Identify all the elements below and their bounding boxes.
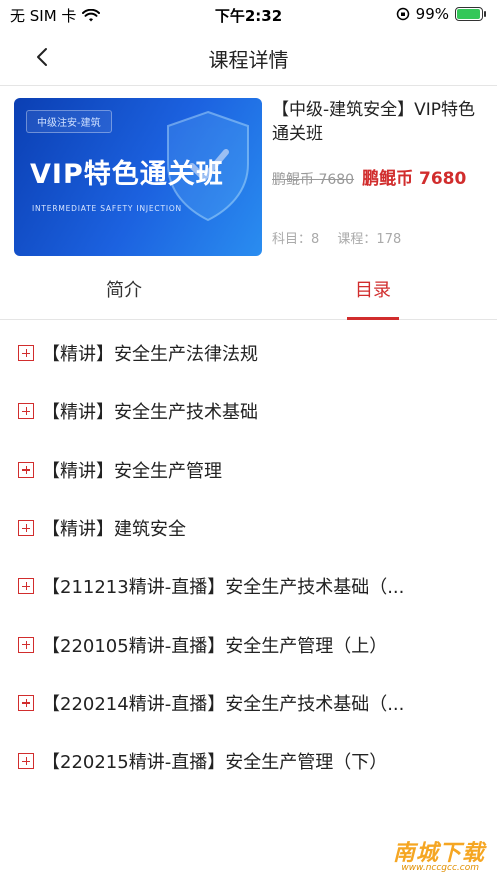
expand-plus-icon[interactable] (18, 578, 34, 595)
catalog-item-label: 【220215精讲-直播】安全生产管理（下） (42, 752, 388, 774)
course-cover-image: 中级注安-建筑 VIP特色通关班 INTERMEDIATE SAFETY INJ… (14, 98, 262, 256)
tab-bar: 简介 目录 (0, 268, 497, 320)
tab-active-indicator (347, 317, 399, 320)
battery-fill (457, 9, 481, 19)
tab-catalog[interactable]: 目录 (313, 268, 433, 320)
catalog-list: 【精讲】安全生产法律法规 【精讲】安全生产技术基础 【精讲】安全生产管理 【精讲… (0, 324, 497, 790)
expand-plus-icon[interactable] (18, 694, 34, 711)
course-header: 中级注安-建筑 VIP特色通关班 INTERMEDIATE SAFETY INJ… (14, 98, 484, 258)
cover-headline: VIP特色通关班 (30, 159, 224, 190)
catalog-item-label: 【精讲】安全生产技术基础 (42, 402, 258, 424)
original-price: 鹏鲲币 7680 (272, 172, 355, 188)
catalog-item[interactable]: 【220214精讲-直播】安全生产技术基础（... (0, 674, 497, 732)
catalog-item[interactable]: 【精讲】安全生产技术基础 (0, 382, 497, 440)
expand-plus-icon[interactable] (18, 636, 34, 653)
status-right-group: 99% (396, 5, 486, 23)
expand-plus-icon[interactable] (18, 753, 34, 770)
cover-tag: 中级注安-建筑 (26, 110, 112, 133)
catalog-item-label: 【211213精讲-直播】安全生产技术基础（... (42, 577, 405, 599)
course-name: 【中级-建筑安全】VIP特色通关班 (272, 100, 476, 144)
catalog-item[interactable]: 【精讲】建筑安全 (0, 499, 497, 557)
tab-intro[interactable]: 简介 (64, 268, 184, 320)
subject-count: 科目：8 (272, 232, 320, 247)
nav-bar: 课程详情 (0, 30, 497, 86)
expand-plus-icon[interactable] (18, 345, 34, 362)
catalog-item[interactable]: 【220215精讲-直播】安全生产管理（下） (0, 732, 497, 790)
watermark-logo: 南城下载 www.nccgcc.com (365, 835, 485, 875)
catalog-item-label: 【220214精讲-直播】安全生产技术基础（... (42, 693, 405, 715)
battery-percent: 99% (415, 5, 449, 23)
tab-intro-label: 简介 (106, 280, 142, 301)
catalog-item-label: 【精讲】安全生产法律法规 (42, 344, 258, 366)
page-title: 课程详情 (208, 48, 289, 72)
orientation-lock-icon (396, 7, 409, 21)
expand-plus-icon[interactable] (18, 403, 34, 420)
catalog-item-label: 【220105精讲-直播】安全生产管理（上） (42, 635, 388, 657)
current-price: 鹏鲲币 7680 (362, 169, 467, 189)
watermark-url: www.nccgcc.com (401, 863, 479, 873)
price-row: 鹏鲲币 7680 鹏鲲币 7680 (272, 164, 466, 189)
catalog-item-label: 【精讲】安全生产管理 (42, 460, 222, 482)
catalog-item[interactable]: 【211213精讲-直播】安全生产技术基础（... (0, 557, 497, 615)
catalog-item-label: 【精讲】建筑安全 (42, 519, 186, 541)
expand-plus-icon[interactable] (18, 461, 34, 478)
catalog-item[interactable]: 【220105精讲-直播】安全生产管理（上） (0, 615, 497, 673)
status-bar: 无 SIM 卡 下午2:32 99% (0, 0, 497, 30)
tab-catalog-label: 目录 (355, 280, 391, 301)
battery-icon (455, 7, 486, 21)
course-meta: 科目：8 课程：178 (272, 228, 415, 247)
expand-plus-icon[interactable] (18, 520, 34, 537)
course-info: 【中级-建筑安全】VIP特色通关班 鹏鲲币 7680 鹏鲲币 7680 科目：8… (272, 98, 484, 256)
catalog-item[interactable]: 【精讲】安全生产法律法规 (0, 324, 497, 382)
lesson-count: 课程：178 (337, 232, 402, 247)
catalog-item[interactable]: 【精讲】安全生产管理 (0, 441, 497, 499)
cover-subtitle: INTERMEDIATE SAFETY INJECTION (32, 204, 182, 213)
